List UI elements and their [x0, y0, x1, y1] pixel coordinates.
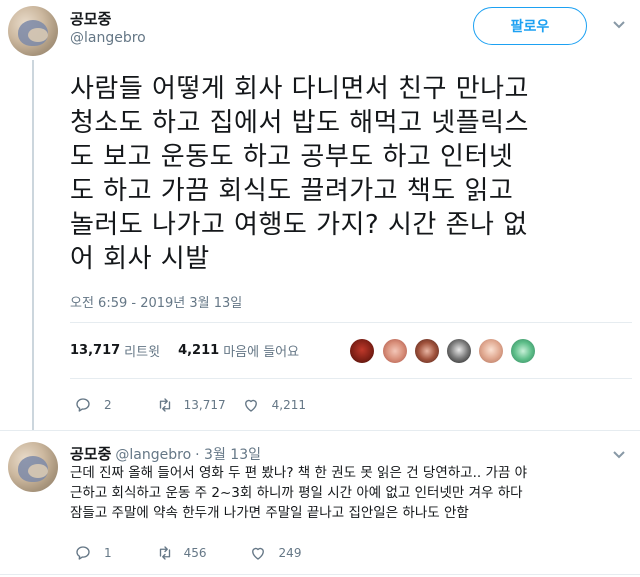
reply-count: 1 [104, 546, 112, 560]
likes-count[interactable]: 4,211 [178, 343, 219, 358]
retweet-button[interactable]: 13,717 [156, 396, 226, 414]
like-button[interactable]: 249 [249, 544, 302, 562]
reply-line: 잠들고 주말에 약속 한두개 나가면 주말일 끝나고 집안일은 하나도 안함 [70, 505, 469, 521]
reply-author-handle[interactable]: @langebro [115, 447, 191, 463]
divider [0, 430, 640, 431]
avatar-detail [28, 464, 48, 478]
heart-icon [251, 547, 264, 560]
liker-avatar[interactable] [415, 339, 439, 363]
reply-count: 2 [104, 398, 112, 412]
engagement-stats: 13,717 리트윗 4,211 마음에 들어요 [70, 341, 299, 360]
reply-line: 근하고 회식하고 운동 주 2~3회 하니까 평일 시간 아예 없고 인터넷만 … [70, 485, 523, 501]
liker-avatar[interactable] [511, 339, 535, 363]
reply-line: 근데 진짜 올해 들어서 영화 두 편 봤나? 책 한 권도 못 읽은 건 당연… [70, 465, 528, 481]
more-options-chevron-icon[interactable] [612, 18, 626, 34]
tweet-line: 사람들 어떻게 회사 다니면서 친구 만나고 [70, 74, 529, 104]
follow-button-label: 팔로우 [510, 19, 550, 35]
likes-label[interactable]: 마음에 들어요 [223, 341, 299, 360]
like-count: 249 [278, 546, 302, 560]
thread-connector [32, 60, 34, 430]
author-avatar[interactable] [8, 6, 58, 56]
avatar-detail [28, 28, 48, 42]
tweet-line: 청소도 하고 집에서 밥도 해먹고 넷플릭스 [70, 108, 529, 138]
liker-avatar[interactable] [479, 339, 503, 363]
reply-text: 근데 진짜 올해 들어서 영화 두 편 봤나? 책 한 권도 못 읽은 건 당연… [70, 463, 635, 523]
tweet-line: 도 보고 운동도 하고 공부도 하고 인터넷 [70, 142, 514, 172]
reply-button[interactable]: 2 [74, 396, 112, 414]
retweet-icon [159, 546, 170, 560]
liker-avatar[interactable] [447, 339, 471, 363]
reply-button[interactable]: 1 [74, 544, 112, 562]
reply-actions: 1 456 249 [74, 543, 301, 563]
heart-icon [244, 399, 257, 412]
liker-avatar[interactable] [383, 339, 407, 363]
like-button[interactable]: 4,211 [242, 396, 306, 414]
reply-author-avatar[interactable] [8, 442, 58, 492]
liker-avatar[interactable] [350, 339, 374, 363]
tweet-timestamp[interactable]: 오전 6:59 - 2019년 3월 13일 [70, 292, 242, 311]
reply-date[interactable]: · 3월 13일 [195, 444, 261, 464]
reply-more-options-chevron-icon[interactable] [612, 448, 626, 464]
author-name[interactable]: 공모중 [70, 8, 111, 29]
retweet-button[interactable]: 456 [156, 544, 207, 562]
tweet-actions: 2 13,717 4,211 [74, 395, 306, 415]
divider [0, 574, 640, 575]
retweet-count: 456 [183, 546, 207, 560]
reply-icon [76, 546, 90, 560]
tweet-line: 놀러도 나가고 여행도 가지? 시간 존나 없 [70, 210, 528, 240]
tweet-text: 사람들 어떻게 회사 다니면서 친구 만나고 청소도 하고 집에서 밥도 해먹고… [70, 72, 635, 276]
reply-header: 공모중 @langebro · 3월 13일 [70, 443, 261, 464]
retweets-count[interactable]: 13,717 [70, 343, 120, 358]
follow-button[interactable]: 팔로우 [473, 7, 587, 45]
divider [70, 378, 632, 379]
divider [70, 322, 632, 323]
retweet-count: 13,717 [183, 398, 226, 412]
tweet-line: 어 회사 시발 [70, 244, 210, 274]
like-count: 4,211 [271, 398, 306, 412]
tweet-line: 도 하고 가끔 회식도 끌려가고 책도 읽고 [70, 176, 514, 206]
reply-author-name[interactable]: 공모중 [70, 443, 111, 464]
retweet-icon [159, 398, 170, 412]
retweets-label[interactable]: 리트윗 [124, 341, 160, 360]
author-handle[interactable]: @langebro [70, 30, 146, 46]
reply-icon [76, 398, 90, 412]
